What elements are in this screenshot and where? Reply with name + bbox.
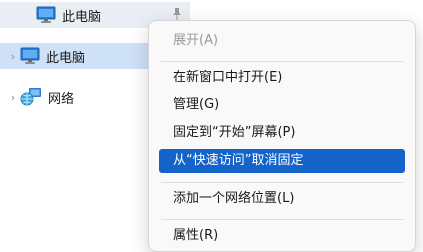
sidebar-item-label: 网络 bbox=[48, 91, 75, 107]
menu-separator bbox=[161, 219, 403, 220]
menu-separator bbox=[161, 61, 403, 62]
chevron-right-icon[interactable]: › bbox=[6, 91, 20, 104]
quick-access-item-label: 此电脑 bbox=[62, 9, 102, 25]
menu-item-add-network-location[interactable]: 添加一个网络位置(L) bbox=[149, 187, 415, 211]
menu-item-manage[interactable]: 管理(G) bbox=[149, 93, 415, 117]
menu-item-pin-to-start[interactable]: 固定到“开始”屏幕(P) bbox=[149, 121, 415, 145]
network-icon bbox=[20, 87, 42, 107]
menu-item-open-new-window[interactable]: 在新窗口中打开(E) bbox=[149, 66, 415, 90]
chevron-right-icon[interactable]: › bbox=[6, 50, 20, 63]
monitor-icon bbox=[20, 47, 40, 65]
menu-item-properties[interactable]: 属性(R) bbox=[149, 224, 415, 248]
menu-item-unpin-quick-access[interactable]: 从“快速访问”取消固定 bbox=[159, 149, 405, 173]
menu-item-expand[interactable]: 展开(A) bbox=[149, 29, 415, 53]
monitor-icon bbox=[36, 6, 56, 24]
menu-separator bbox=[161, 182, 403, 183]
pin-icon bbox=[172, 8, 182, 20]
sidebar-item-label: 此电脑 bbox=[46, 50, 86, 66]
context-menu: 展开(A) 在新窗口中打开(E) 管理(G) 固定到“开始”屏幕(P) 从“快速… bbox=[148, 20, 416, 252]
